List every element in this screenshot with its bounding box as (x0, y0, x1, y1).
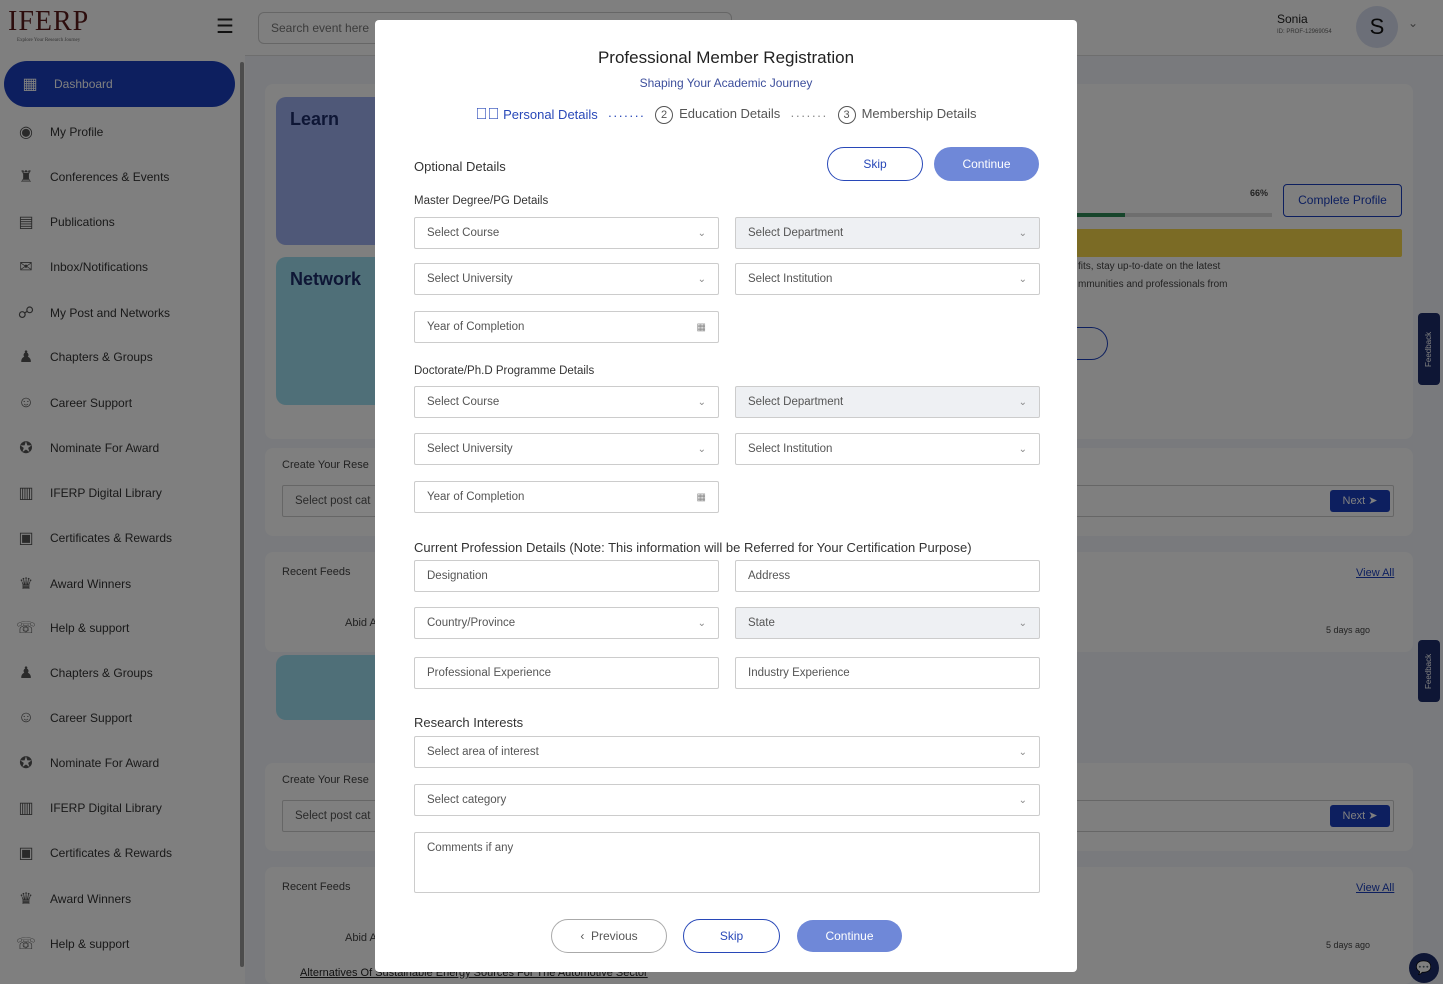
address-input[interactable]: Address (735, 560, 1040, 592)
master-heading: Master Degree/PG Details (414, 195, 549, 207)
continue-button[interactable]: Continue (797, 920, 902, 952)
category-select[interactable]: Select category ⌄ (414, 784, 1040, 816)
chevron-down-icon: ⌄ (1018, 617, 1027, 629)
chevron-down-icon: ⌄ (1018, 794, 1027, 806)
skip-button[interactable]: Skip (827, 147, 923, 181)
step-connector: ······· (790, 107, 828, 123)
calendar-icon[interactable]: ▦ (697, 492, 706, 503)
chevron-down-icon: ⌄ (1018, 273, 1027, 285)
registration-modal: Professional Member Registration Shaping… (375, 20, 1077, 972)
comments-textarea[interactable]: Comments if any (414, 832, 1040, 893)
phd-university-select[interactable]: Select University ⌄ (414, 433, 719, 465)
step-membership[interactable]: 3 Membership Details (837, 106, 976, 124)
master-course-select[interactable]: Select Course ⌄ (414, 217, 719, 249)
modal-subtitle: Shaping Your Academic Journey (639, 76, 813, 90)
master-institution-select[interactable]: Select Institution ⌄ (735, 263, 1040, 295)
chevron-left-icon: ‹ (580, 929, 585, 943)
chevron-down-icon: ⌄ (1018, 746, 1027, 758)
modal-title: Professional Member Registration (597, 48, 855, 67)
step-connector: ······· (607, 107, 646, 123)
profession-heading: Current Profession Details (Note: This i… (414, 540, 972, 555)
phd-heading: Doctorate/Ph.D Programme Details (414, 365, 595, 377)
phd-year-input[interactable]: Year of Completion ▦ (414, 481, 719, 513)
master-university-select[interactable]: Select University ⌄ (414, 263, 719, 295)
state-select[interactable]: State ⌄ (735, 607, 1040, 639)
chevron-down-icon: ⌄ (697, 617, 706, 629)
chevron-down-icon: ⌄ (1018, 227, 1027, 239)
chevron-down-icon: ⌄ (1018, 443, 1027, 455)
chevron-down-icon: ⌄ (697, 273, 706, 285)
phd-department-select[interactable]: Select Department ⌄ (735, 386, 1040, 418)
country-select[interactable]: Country/Province ⌄ (414, 607, 719, 639)
continue-button[interactable]: Continue (934, 147, 1039, 181)
phd-institution-select[interactable]: Select Institution ⌄ (735, 433, 1040, 465)
professional-experience-input[interactable]: Professional Experience (414, 657, 719, 689)
master-department-select[interactable]: Select Department ⌄ (735, 217, 1040, 249)
research-heading: Research Interests (414, 715, 524, 730)
industry-experience-input[interactable]: Industry Experience (735, 657, 1040, 689)
step-personal[interactable]: ✓⃝ Personal Details (476, 106, 598, 124)
check-circle-icon: ✓⃝ (475, 106, 500, 123)
designation-input[interactable]: Designation (414, 560, 719, 592)
stepper: ✓⃝ Personal Details ······· 2 Education D… (375, 106, 1077, 124)
step-education[interactable]: 2 Education Details (655, 106, 780, 124)
phd-course-select[interactable]: Select Course ⌄ (414, 386, 719, 418)
chevron-down-icon: ⌄ (697, 443, 706, 455)
chevron-down-icon: ⌄ (1018, 396, 1027, 408)
master-year-input[interactable]: Year of Completion ▦ (414, 311, 719, 343)
skip-button[interactable]: Skip (683, 919, 780, 953)
chevron-down-icon: ⌄ (697, 227, 706, 239)
chevron-down-icon: ⌄ (697, 396, 706, 408)
previous-button[interactable]: ‹ Previous (551, 919, 667, 953)
optional-details-heading: Optional Details (414, 159, 506, 174)
area-of-interest-select[interactable]: Select area of interest ⌄ (414, 736, 1040, 768)
calendar-icon[interactable]: ▦ (697, 322, 706, 333)
